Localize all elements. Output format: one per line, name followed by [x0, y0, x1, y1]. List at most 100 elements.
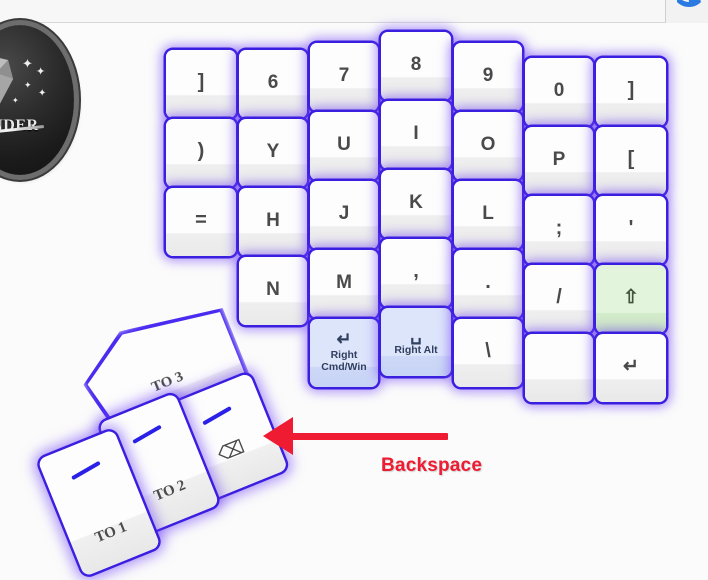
sparkle-icon: ✦ [38, 88, 47, 99]
key-label: , [413, 260, 419, 282]
key-blank[interactable]: ] [596, 58, 666, 126]
key-blank[interactable]: = [166, 188, 236, 256]
screenshot-root: ✦ ✦ ✦ ✦ ✦ LANDER KI ])=6YHN7UJM↵RightCmd… [0, 0, 708, 580]
key-content: 8 [410, 53, 422, 78]
space-icon: ␣ [410, 324, 422, 345]
key-content: ' [629, 218, 634, 242]
sparkle-icon: ✦ [24, 80, 32, 90]
key-content: = [195, 210, 207, 234]
key-content: 7 [338, 64, 350, 89]
thumb-key-dash-indicator [132, 424, 162, 444]
key-content: ; [556, 218, 563, 242]
key-content: Y [266, 140, 280, 165]
key-blank[interactable]: ' [596, 196, 666, 264]
key-k[interactable]: K [381, 170, 451, 238]
key-content: . [485, 272, 491, 296]
key-content: ) [198, 141, 205, 165]
thumb-key-dash-indicator [202, 406, 232, 426]
key-l[interactable]: L [454, 181, 522, 249]
key-label: K [409, 191, 423, 213]
key-y[interactable]: Y [239, 119, 307, 187]
key-6[interactable]: 6 [239, 50, 307, 118]
key-label: ) [197, 140, 205, 162]
key-m[interactable]: M [310, 250, 378, 318]
key-blank[interactable]: , [381, 239, 451, 307]
key-j[interactable]: J [310, 181, 378, 249]
key-blank[interactable]: . [454, 250, 522, 318]
key-content: \ [485, 341, 491, 365]
left-arrow-icon [263, 417, 293, 455]
top-bar [0, 0, 708, 23]
key-content: ⇧ [623, 286, 639, 311]
key-blank[interactable]: ↵ [596, 334, 666, 402]
key-content: ↵ Right Cmd/Win [321, 330, 366, 376]
enter-arrow-icon: ↵ [336, 329, 352, 350]
key-content: ] [198, 72, 205, 96]
key-i[interactable]: I [381, 101, 451, 169]
key-content: O [480, 133, 496, 158]
key-h[interactable]: H [239, 188, 307, 256]
thumb-key-dash-indicator [71, 460, 101, 480]
key-label: ] [197, 71, 205, 93]
key-p[interactable]: P [525, 127, 593, 195]
key-label: P [552, 148, 566, 170]
key-blank[interactable] [525, 334, 593, 402]
key-label: 8 [410, 53, 422, 75]
key-content: , [413, 261, 419, 285]
key-content: J [339, 203, 350, 227]
key-8[interactable]: 8 [381, 32, 451, 100]
key-9[interactable]: 9 [454, 43, 522, 111]
key-content: ↵ [623, 356, 639, 380]
annotation-label: Backspace [381, 455, 483, 476]
key-o[interactable]: O [454, 112, 522, 180]
key-sublabel: Right [330, 348, 358, 361]
key-blank[interactable]: / [525, 265, 593, 333]
key-content: [ [628, 149, 635, 173]
crystal-gem-icon [0, 53, 16, 115]
key-label: \ [485, 340, 491, 362]
key-content: 6 [267, 71, 279, 96]
key-blank[interactable]: ) [166, 119, 236, 187]
key-n[interactable]: N [239, 257, 307, 325]
shift-up-arrow-icon: ⇧ [623, 286, 639, 308]
annotation-arrow-shaft [292, 433, 448, 440]
key-label: 0 [553, 79, 565, 101]
key-label: ] [627, 79, 635, 101]
key-label: M [336, 271, 352, 293]
key-label: N [266, 278, 280, 300]
sparkle-icon: ✦ [12, 96, 19, 105]
key-content: P [552, 148, 566, 173]
sparkle-icon: ✦ [36, 66, 46, 78]
key-label: 6 [267, 71, 279, 93]
key-7[interactable]: 7 [310, 43, 378, 111]
bird-icon[interactable] [676, 0, 702, 12]
key-content: N [266, 278, 280, 303]
key-label: I [413, 122, 419, 144]
key-u[interactable]: U [310, 112, 378, 180]
key-sublabel: Right Alt [394, 343, 438, 356]
key-content: L [482, 202, 494, 227]
key-content: 9 [482, 64, 494, 89]
key-blank[interactable]: ⇧ [596, 265, 666, 333]
key-label: Y [266, 140, 280, 162]
key-label: ; [555, 217, 563, 239]
key-content: 0 [553, 79, 565, 104]
key-content: / [556, 287, 562, 311]
key-blank[interactable]: ] [166, 50, 236, 118]
key-label: 7 [338, 64, 350, 86]
key-right-cmd-win[interactable]: ↵ Right Cmd/Win [310, 319, 378, 387]
key-sublabel: Cmd/Win [321, 360, 367, 373]
key-label: ' [628, 217, 634, 239]
key-content: I [413, 122, 419, 147]
key-right-alt[interactable]: ␣ Right Alt [381, 308, 451, 376]
key-blank[interactable]: [ [596, 127, 666, 195]
key-0[interactable]: 0 [525, 58, 593, 126]
key-content: H [266, 210, 280, 234]
key-blank[interactable]: \ [454, 319, 522, 387]
key-label: [ [627, 148, 635, 170]
key-label: O [480, 133, 496, 155]
key-label: L [482, 202, 494, 224]
key-label: 9 [482, 64, 494, 86]
key-blank[interactable]: ; [525, 196, 593, 264]
thumb-key-label: TO 1 [92, 519, 130, 547]
